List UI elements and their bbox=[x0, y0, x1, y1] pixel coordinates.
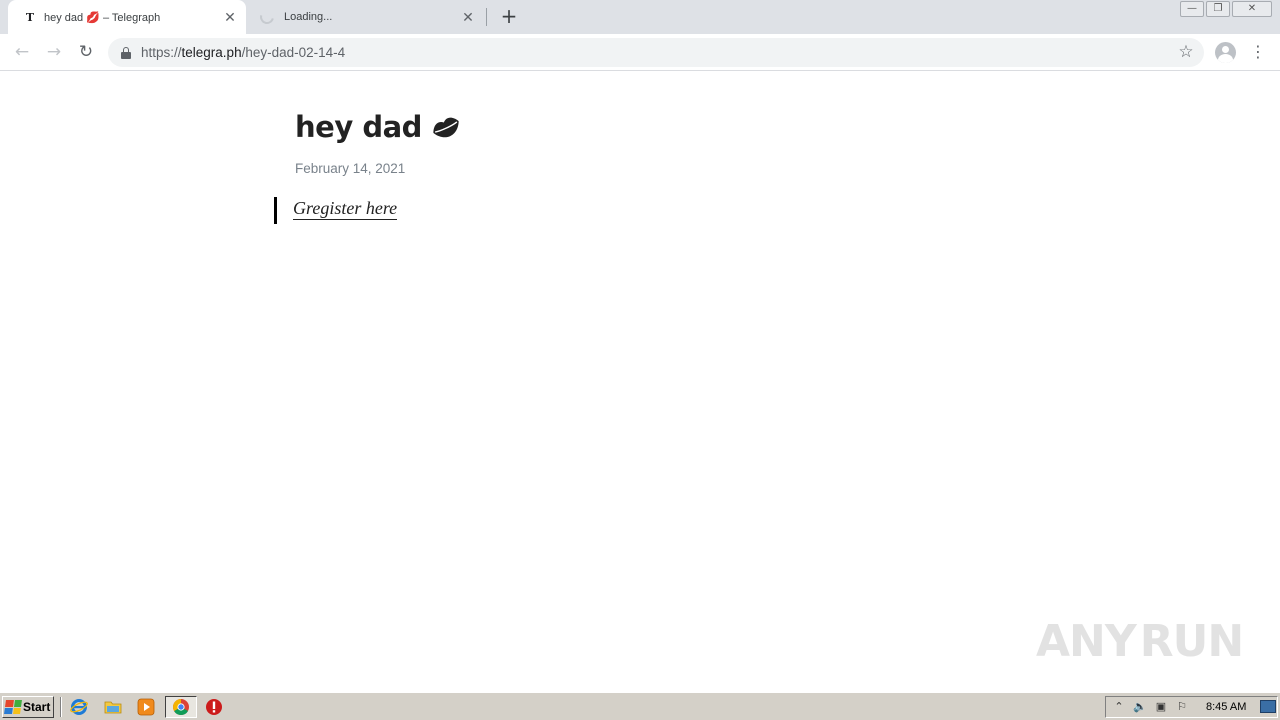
minimize-button[interactable]: — bbox=[1180, 1, 1204, 17]
action-center-flag-icon[interactable]: ⚐ bbox=[1174, 699, 1190, 715]
internet-explorer-icon[interactable] bbox=[70, 698, 88, 716]
url-text[interactable]: https://telegra.ph/hey-dad-02-14-4 bbox=[141, 45, 345, 60]
anyrun-watermark: ANY RUN bbox=[1036, 610, 1244, 672]
forward-arrow-icon[interactable]: → bbox=[42, 40, 66, 64]
tab-title: hey dad 💋 – Telegraph bbox=[44, 11, 161, 24]
blockquote: Gregister here bbox=[274, 197, 398, 224]
windows-logo-icon bbox=[4, 700, 22, 714]
bookmark-star-icon[interactable]: ☆ bbox=[1175, 40, 1197, 64]
chrome-icon bbox=[173, 699, 189, 716]
reload-icon[interactable]: ↻ bbox=[74, 40, 98, 64]
system-tray: ⌃ 🔈 ▣ ⚐ 8:45 AM bbox=[1105, 696, 1278, 718]
taskbar-separator bbox=[60, 697, 62, 717]
taskbar: Start ⌃ 🔈 ▣ ⚐ 8:45 AM bbox=[0, 692, 1280, 720]
lips-icon bbox=[433, 117, 459, 138]
register-link[interactable]: Gregister here bbox=[293, 197, 398, 220]
loading-spinner-icon bbox=[257, 7, 277, 27]
chrome-taskbar-button[interactable] bbox=[165, 696, 197, 718]
browser-toolbar: ← → ↻ https://telegra.ph/hey-dad-02-14-4… bbox=[0, 34, 1280, 71]
watermark-left-text: ANY bbox=[1036, 615, 1137, 667]
new-tab-button[interactable]: + bbox=[498, 5, 520, 27]
publish-date: February 14, 2021 bbox=[295, 161, 406, 176]
page-title-text: hey dad bbox=[295, 110, 422, 144]
lock-icon[interactable] bbox=[121, 46, 131, 59]
start-label: Start bbox=[23, 700, 51, 714]
telegraph-favicon-icon: T bbox=[25, 10, 35, 24]
address-bar[interactable]: https://telegra.ph/hey-dad-02-14-4 bbox=[108, 38, 1204, 67]
article-header: hey dad bbox=[295, 110, 462, 144]
stop-sign-icon[interactable] bbox=[205, 698, 223, 716]
tab-loading[interactable]: Loading... ✕ bbox=[250, 0, 484, 34]
tab-title: Loading... bbox=[284, 11, 333, 23]
taskbar-clock[interactable]: 8:45 AM bbox=[1206, 701, 1246, 713]
show-desktop-icon[interactable] bbox=[1260, 700, 1276, 713]
back-arrow-icon[interactable]: ← bbox=[10, 40, 34, 64]
tab-close-icon[interactable]: ✕ bbox=[458, 9, 478, 26]
watermark-right-text: RUN bbox=[1139, 615, 1244, 667]
tab-close-icon[interactable]: ✕ bbox=[220, 9, 240, 26]
window-close-button[interactable]: ✕ bbox=[1232, 1, 1272, 17]
tab-separator bbox=[486, 8, 487, 26]
volume-icon[interactable]: 🔈 bbox=[1132, 699, 1148, 715]
profile-avatar-icon[interactable] bbox=[1215, 42, 1236, 63]
file-explorer-icon[interactable] bbox=[104, 698, 122, 716]
kebab-menu-icon[interactable]: ⋮ bbox=[1248, 40, 1268, 64]
window-controls: — ❐ ✕ bbox=[1180, 1, 1272, 17]
restore-button[interactable]: ❐ bbox=[1206, 1, 1230, 17]
tab-telegraph[interactable]: T hey dad 💋 – Telegraph ✕ bbox=[8, 0, 246, 34]
page-title: hey dad bbox=[295, 110, 462, 144]
tab-strip: T hey dad 💋 – Telegraph ✕ Loading... ✕ +… bbox=[0, 0, 1280, 34]
show-hidden-icons-icon[interactable]: ⌃ bbox=[1111, 699, 1127, 715]
start-button[interactable]: Start bbox=[2, 696, 54, 718]
media-player-icon[interactable] bbox=[137, 698, 155, 716]
network-icon[interactable]: ▣ bbox=[1153, 699, 1169, 715]
